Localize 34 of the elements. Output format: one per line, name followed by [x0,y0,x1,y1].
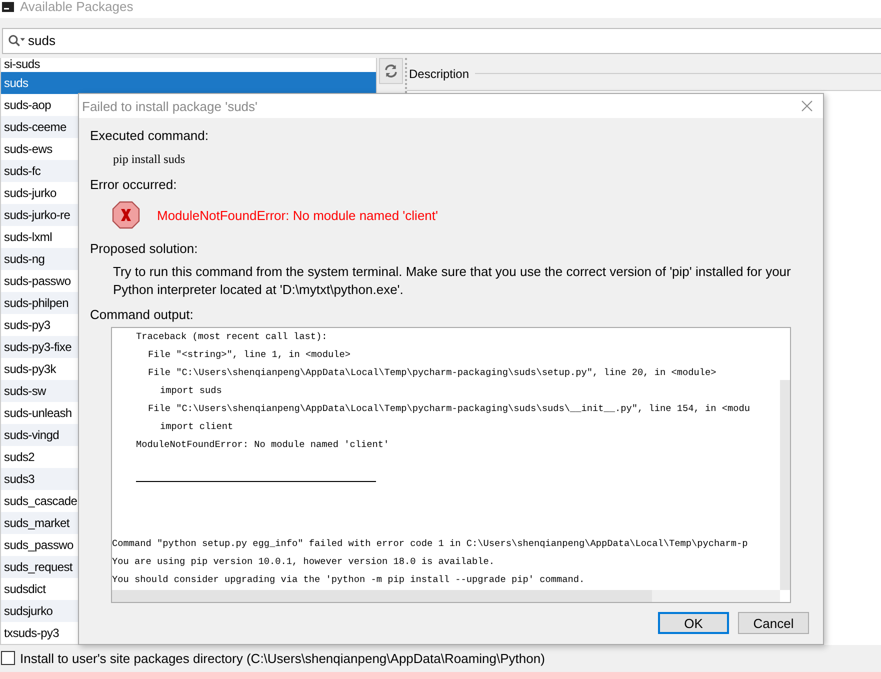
output-line: File "C:\Users\shenqianpeng\AppData\Local\Temp\pycharm-packaging\suds\setup.py", line 20, in <module> [148,367,716,378]
output-line: File "<string>", line 1, in <module> [148,349,351,360]
section-label: Proposed solution: [90,240,199,258]
checkbox[interactable] [1,651,15,666]
output-line: Traceback (most recent call last): [136,331,328,342]
vertical-scrollbar[interactable] [780,380,790,590]
package-item[interactable]: suds [1,72,376,94]
refresh-button[interactable] [379,58,403,84]
checkbox-label[interactable]: Install to user's site packages directory (C:\Users\shenqianpeng\AppData\Roaming\Python) [20,650,545,666]
error-icon [112,201,140,229]
output-line: Command "python setup.py egg_info" failed with error code 1 in C:\Users\shenqianpeng\AppData\Local\Temp\pycharm-p [112,538,748,549]
output-line: File "C:\Users\shenqianpeng\AppData\Local\Temp\pycharm-packaging\suds\suds\__init__.py", line 154, in <modu [148,403,750,414]
solution-text: Try to run this command from the system terminal. Make sure that you use the correct version of 'pip' installed for your Python interpreter located at 'D:\mytxt\python.exe'. [112,263,792,299]
section-label: Error occurred: [90,176,178,194]
output-line: import suds [160,385,222,396]
search-icon[interactable] [2,28,28,54]
search-field[interactable]: suds [28,28,881,54]
output-line: You are using pip version 10.0.1, however version 18.0 is available. [112,556,495,567]
section-label: Executed command: [90,127,210,145]
description-header: Description [408,66,470,81]
horizontal-scrollbar[interactable] [112,590,652,602]
package-item[interactable]: si-suds [1,58,376,72]
error-message: ModuleNotFoundError: No module named 'client' [157,208,438,222]
command-text: pip install suds [112,151,186,168]
dialog-title: Failed to install package 'suds' [82,98,258,114]
dialog-button[interactable]: Cancel [738,612,809,634]
window-title: Available Packages [20,0,134,14]
output-line: ModuleNotFoundError: No module named 'client' [136,439,390,450]
output-line: You should consider upgrading via the 'python -m pip install --upgrade pip' command. [112,574,585,585]
section-label: Command output: [90,306,194,324]
dialog-button[interactable]: OK [658,612,729,634]
output-line: import client [160,421,234,432]
close-icon[interactable] [801,100,813,112]
refresh-icon[interactable] [384,64,398,78]
